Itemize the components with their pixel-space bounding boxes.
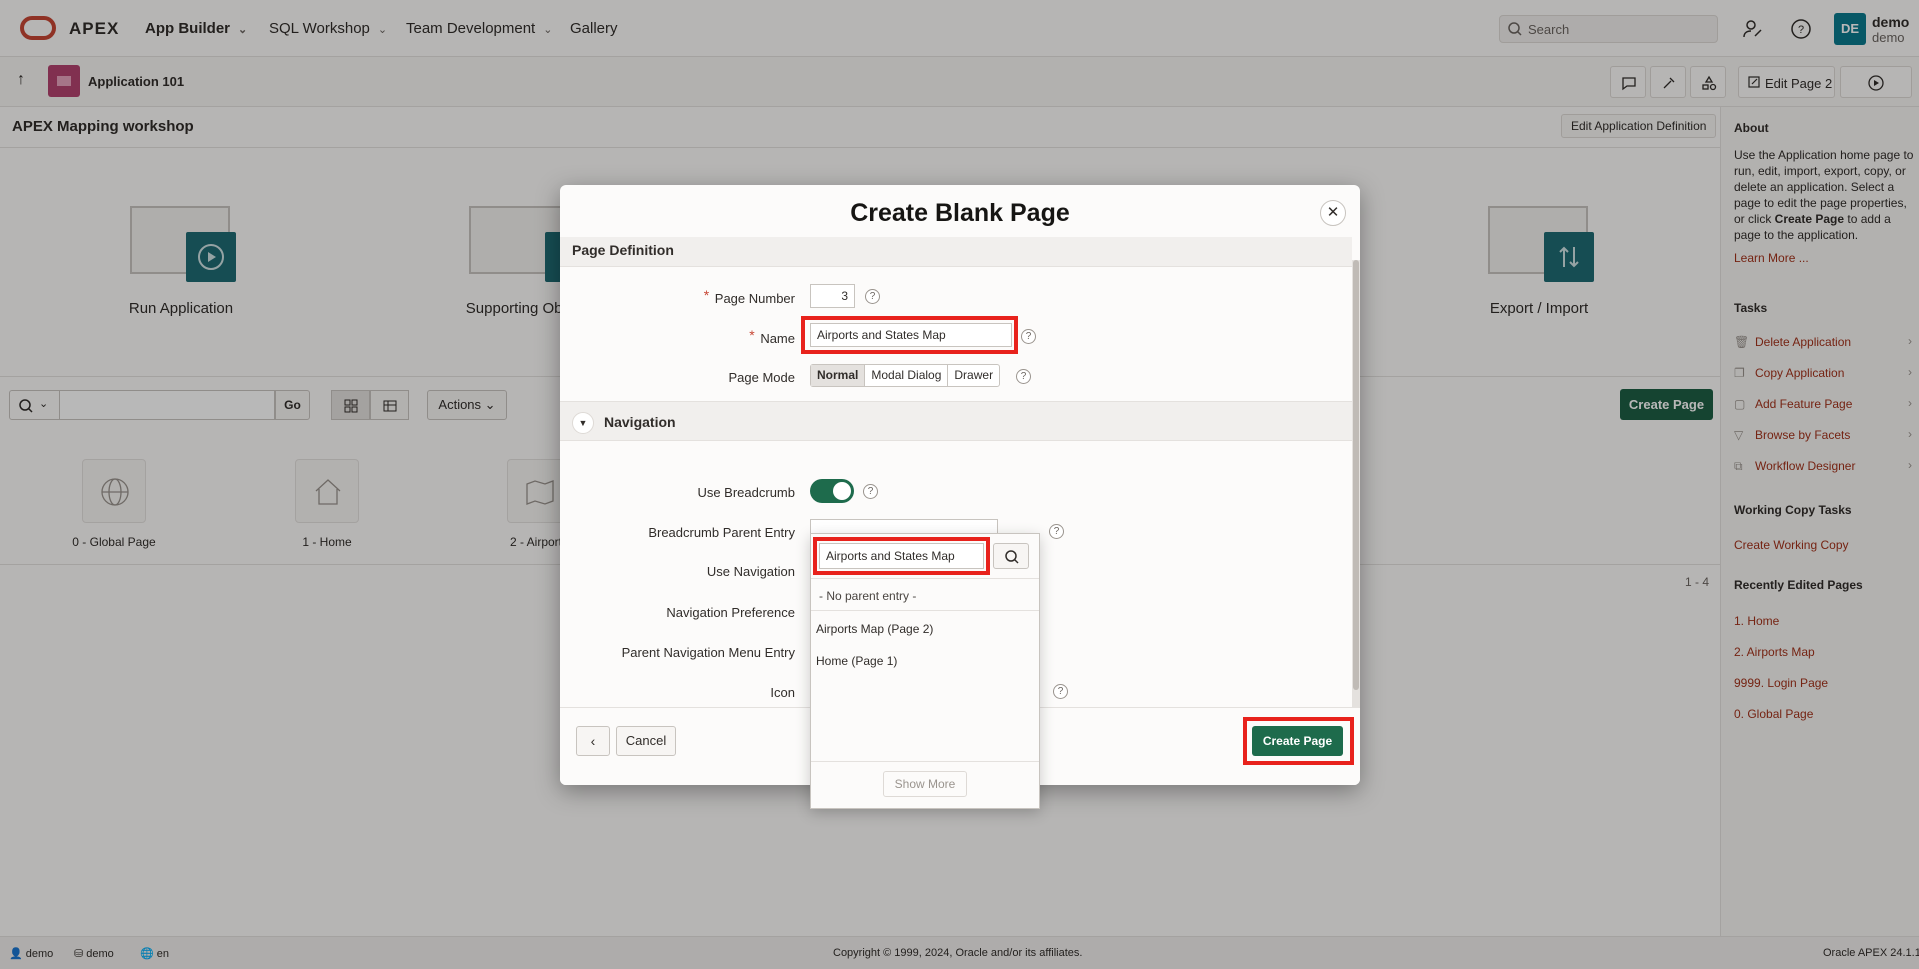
chevron-down-icon[interactable]: ▼ xyxy=(572,412,594,434)
create-page-highlight-box xyxy=(1243,717,1354,765)
section-navigation: ▼ Navigation xyxy=(560,401,1352,441)
help-icon[interactable]: ? xyxy=(863,484,878,499)
use-breadcrumb-label: Use Breadcrumb xyxy=(697,485,795,500)
use-navigation-label: Use Navigation xyxy=(706,564,795,579)
popup-search-button[interactable] xyxy=(993,543,1029,569)
list-item[interactable]: - No parent entry - xyxy=(811,581,1039,611)
breadcrumb-parent-popup: Airports and States Map - No parent entr… xyxy=(810,533,1040,809)
section-title: Navigation xyxy=(604,414,676,430)
help-icon[interactable]: ? xyxy=(1053,684,1068,699)
search-icon xyxy=(1005,550,1019,564)
close-icon[interactable]: ✕ xyxy=(1320,200,1346,226)
page-mode-label: Page Mode xyxy=(728,370,796,385)
back-button[interactable]: ‹ xyxy=(576,726,610,756)
cancel-button[interactable]: Cancel xyxy=(616,726,676,756)
page-mode-radio-group: Normal Modal Dialog Drawer xyxy=(810,364,1001,387)
name-label: * Name xyxy=(749,327,795,346)
divider xyxy=(811,761,1039,762)
page-number-input[interactable]: 3 xyxy=(810,284,855,308)
section-title: Page Definition xyxy=(572,242,674,258)
section-page-definition: Page Definition xyxy=(560,237,1352,267)
use-breadcrumb-toggle[interactable] xyxy=(810,479,854,503)
dialog-title: Create Blank Page xyxy=(850,199,1070,227)
icon-label: Icon xyxy=(770,685,795,700)
page-mode-normal[interactable]: Normal xyxy=(811,365,866,386)
navigation-preference-label: Navigation Preference xyxy=(666,605,795,620)
divider xyxy=(811,578,1039,579)
page-number-label-text: Page Number xyxy=(714,291,795,306)
list-item[interactable]: Airports Map (Page 2) xyxy=(811,614,1039,644)
help-icon[interactable]: ? xyxy=(1021,329,1036,344)
name-label-text: Name xyxy=(760,331,795,346)
popup-search-highlight-box xyxy=(813,537,990,575)
dialog-scrollbar[interactable] xyxy=(1352,260,1360,712)
list-item[interactable]: Home (Page 1) xyxy=(811,646,1039,676)
help-icon[interactable]: ? xyxy=(1049,524,1064,539)
show-more-button[interactable]: Show More xyxy=(883,771,967,797)
required-icon: * xyxy=(703,287,710,303)
page-mode-modal-dialog[interactable]: Modal Dialog xyxy=(865,365,949,386)
page-number-label: * Page Number xyxy=(703,287,795,306)
name-highlight-box xyxy=(801,316,1018,354)
required-icon: * xyxy=(749,327,755,343)
parent-navigation-menu-label: Parent Navigation Menu Entry xyxy=(621,645,795,660)
page-mode-drawer[interactable]: Drawer xyxy=(948,365,999,386)
help-icon[interactable]: ? xyxy=(865,289,880,304)
breadcrumb-parent-label: Breadcrumb Parent Entry xyxy=(648,525,795,540)
help-icon[interactable]: ? xyxy=(1016,369,1031,384)
